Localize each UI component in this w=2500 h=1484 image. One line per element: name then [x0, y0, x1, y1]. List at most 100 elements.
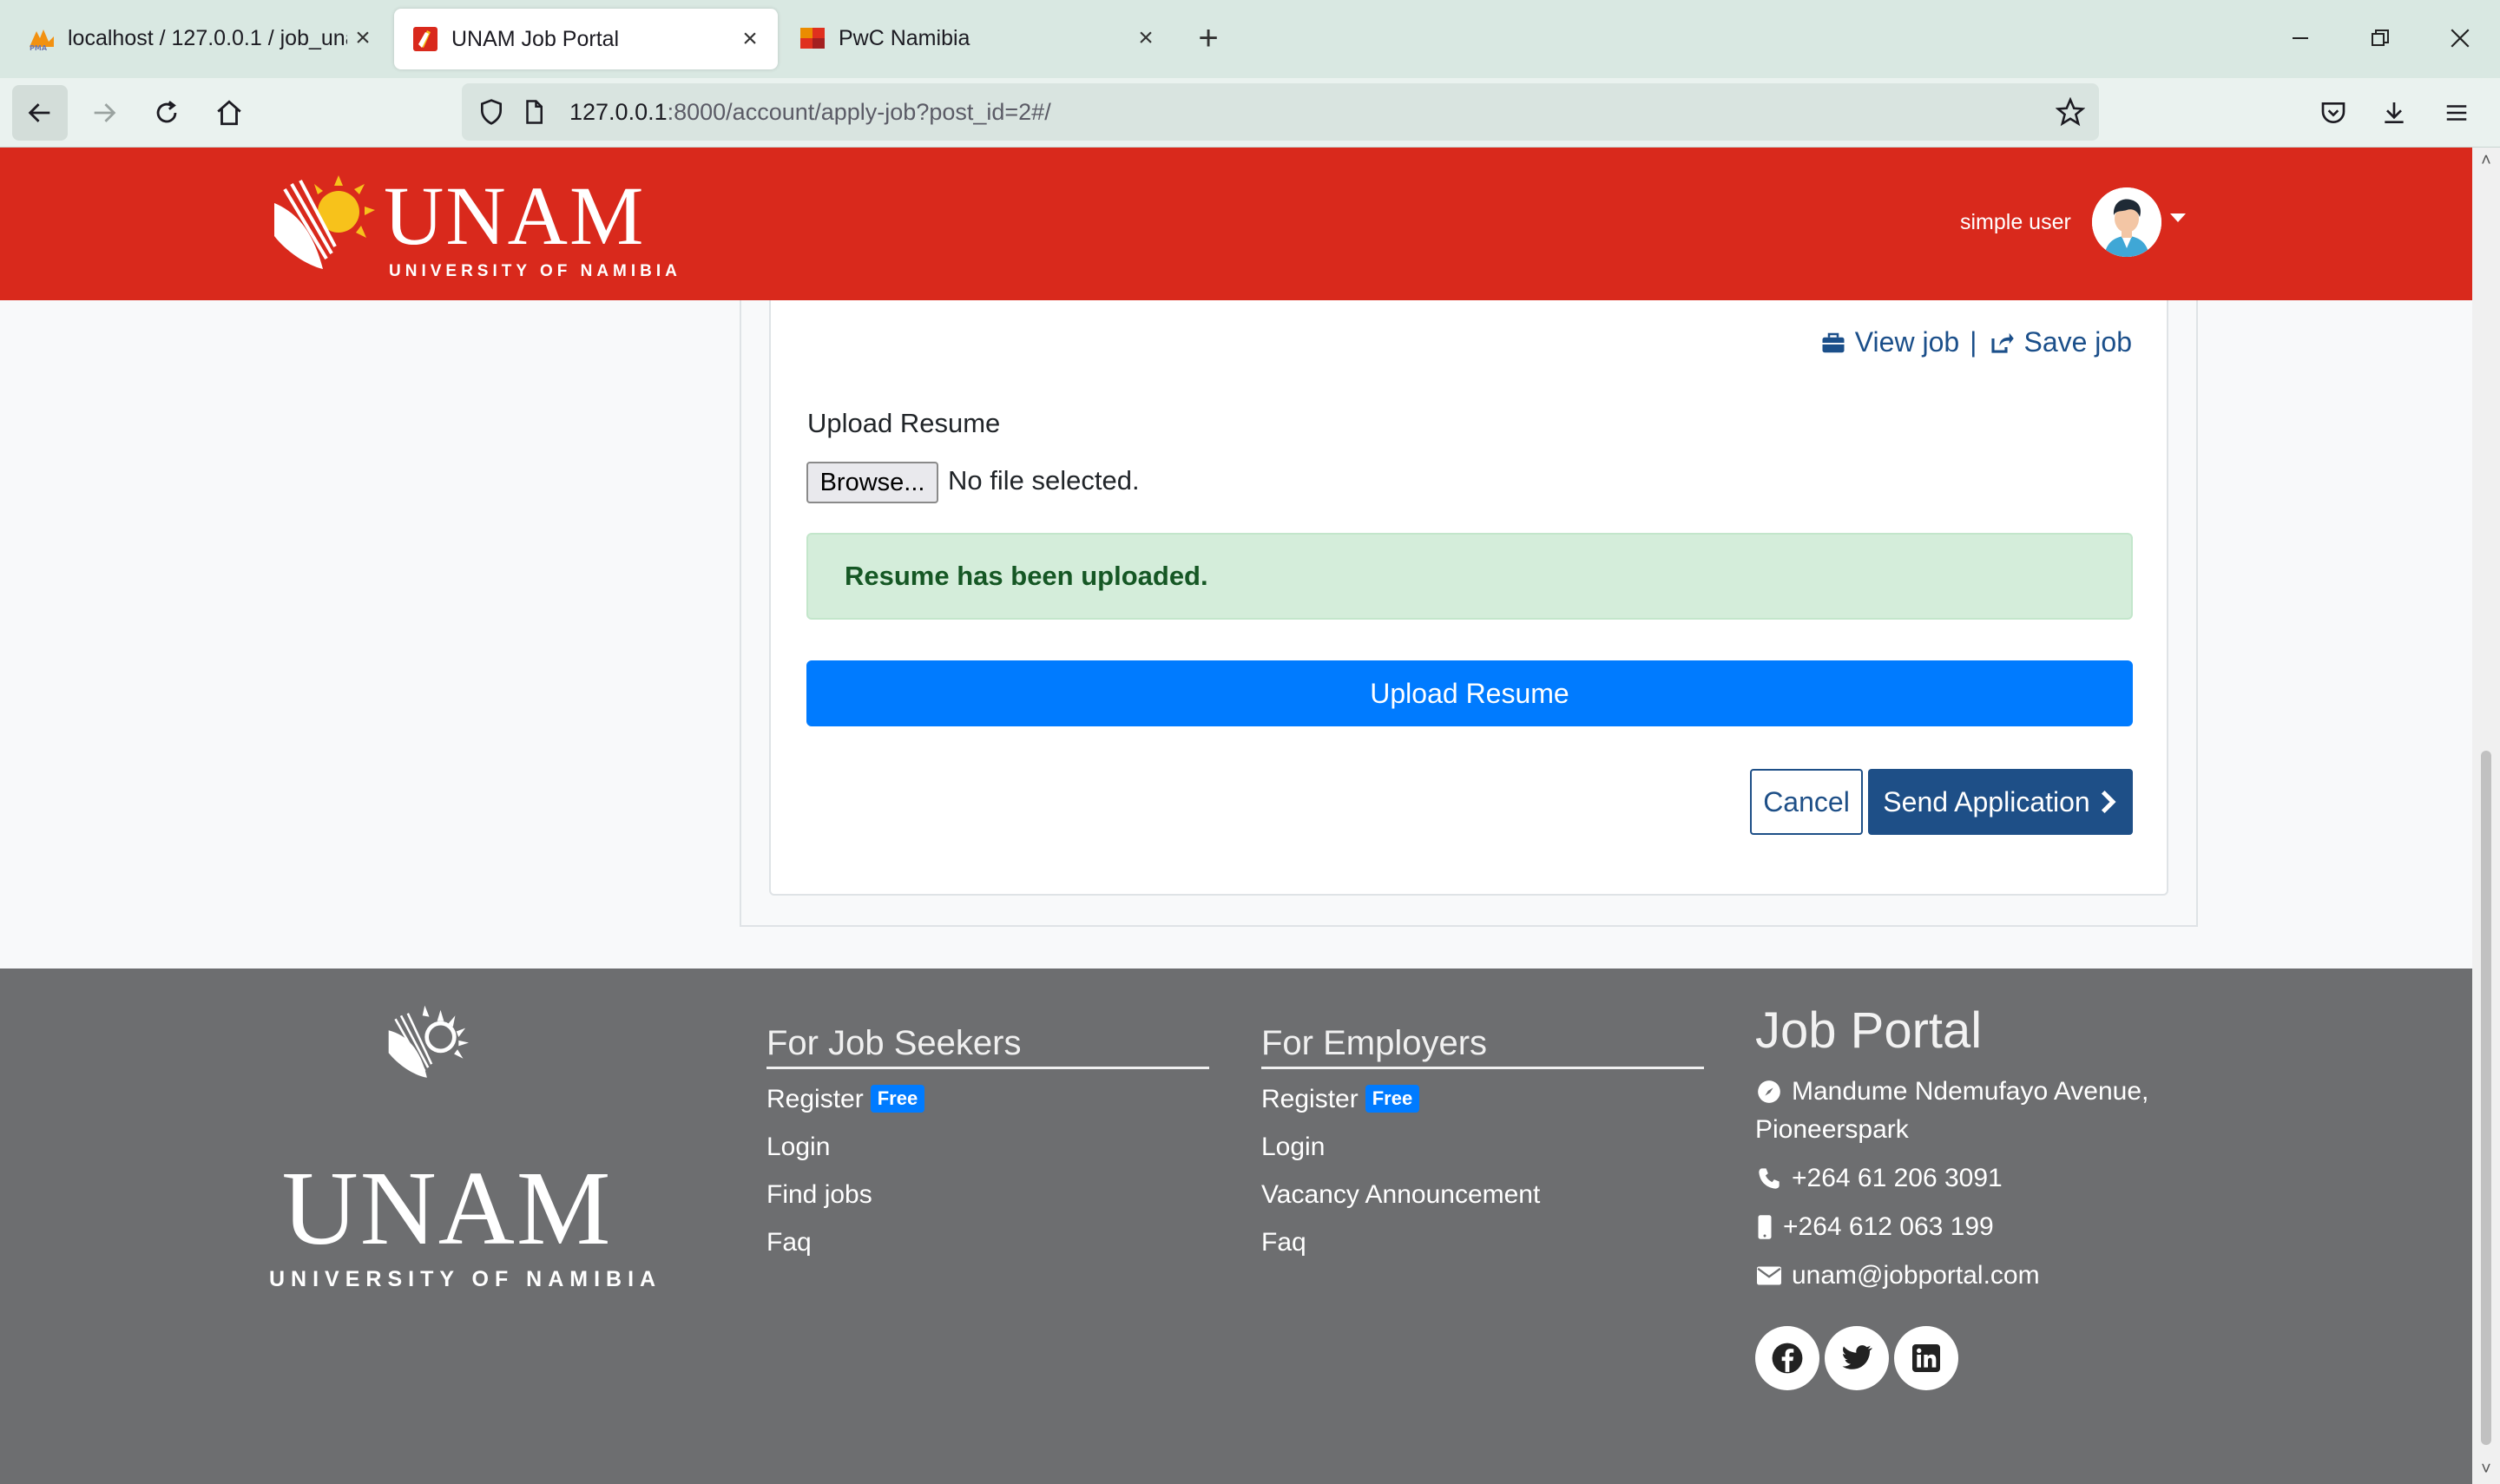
footer-logo-subtitle: UNIVERSITY OF NAMIBIA — [269, 1267, 662, 1291]
page-icon[interactable] — [521, 99, 547, 125]
employers-login-link[interactable]: Login — [1261, 1133, 1325, 1162]
close-tab-icon[interactable]: × — [347, 23, 378, 54]
close-tab-icon[interactable]: × — [734, 23, 766, 55]
close-window-icon[interactable] — [2438, 16, 2483, 61]
avatar[interactable] — [2092, 187, 2161, 257]
url-host: 127.0.0.1 — [569, 98, 668, 125]
close-tab-icon[interactable]: × — [1130, 23, 1161, 54]
address-text: Mandume Ndemufayo Avenue, Pioneerspark — [1755, 1073, 2149, 1149]
user-avatar-icon — [2092, 187, 2161, 257]
tab-title: PwC Namibia — [839, 25, 970, 50]
file-status-text: No file selected. — [948, 465, 1140, 496]
reload-button[interactable] — [139, 85, 194, 141]
address-line-1: Mandume Ndemufayo Avenue, — [1792, 1077, 2149, 1106]
contact-address: Mandume Ndemufayo Avenue, Pioneerspark — [1755, 1073, 2148, 1149]
link-separator: | — [1970, 326, 1977, 358]
mobile-text: +264 612 063 199 — [1783, 1212, 1994, 1241]
contact-email: unam@jobportal.com — [1755, 1257, 2040, 1295]
register-label: Register — [766, 1085, 864, 1113]
facebook-icon[interactable] — [1755, 1326, 1819, 1390]
phone-icon — [1755, 1159, 1783, 1198]
job-portal-heading: Job Portal — [1755, 1002, 1983, 1059]
logo-subtitle: UNIVERSITY OF NAMIBIA — [389, 262, 681, 280]
browser-tab-bar: PMA localhost / 127.0.0.1 / job_unam × U… — [0, 0, 2500, 78]
scrollbar-thumb[interactable] — [2481, 751, 2491, 1445]
job-seekers-heading: For Job Seekers — [766, 1024, 1209, 1069]
minimize-icon[interactable] — [2278, 16, 2323, 61]
url-bar[interactable]: 127.0.0.1:8000/account/apply-job?post_id… — [462, 83, 2099, 141]
hamburger-menu-icon — [2446, 105, 2467, 121]
menu-button[interactable] — [2429, 85, 2484, 141]
job-seekers-login-link[interactable]: Login — [766, 1133, 830, 1162]
home-button[interactable] — [201, 85, 257, 141]
unam-favicon — [413, 27, 438, 51]
site-header: UNAM UNIVERSITY OF NAMIBIA simple user — [0, 148, 2472, 300]
tab-phpmyadmin[interactable]: PMA localhost / 127.0.0.1 / job_unam × — [10, 7, 391, 69]
home-icon — [217, 100, 241, 126]
unam-emblem-icon — [274, 175, 375, 269]
employers-heading: For Employers — [1261, 1024, 1704, 1069]
footer-logo-wordmark: UNAM — [281, 1150, 613, 1267]
shield-icon[interactable] — [477, 98, 505, 126]
mobile-icon — [1755, 1208, 1774, 1246]
bookmark-star-icon[interactable] — [2056, 97, 2085, 127]
user-menu-caret-icon[interactable] — [2170, 213, 2186, 222]
upload-resume-button[interactable]: Upload Resume — [806, 660, 2133, 726]
restore-icon[interactable] — [2358, 16, 2403, 61]
envelope-icon — [1755, 1257, 1783, 1295]
tab-unam-job-portal[interactable]: UNAM Job Portal × — [394, 9, 778, 69]
arrow-left-icon — [28, 103, 50, 122]
job-seekers-faq-link[interactable]: Faq — [766, 1228, 812, 1257]
url-path: :8000/account/apply-job?post_id=2#/ — [667, 98, 1051, 125]
share-square-icon — [1991, 332, 2015, 353]
send-application-label: Send Application — [1883, 785, 2090, 818]
page-scrollbar[interactable]: ˄ ˅ — [2472, 148, 2500, 1484]
free-badge: Free — [1365, 1085, 1420, 1113]
send-application-button[interactable]: Send Application — [1868, 769, 2133, 835]
back-button[interactable] — [12, 85, 68, 141]
upload-resume-label: Upload Resume — [807, 408, 1001, 438]
linkedin-icon[interactable] — [1894, 1326, 1958, 1390]
register-label: Register — [1261, 1085, 1359, 1113]
employers-register-link[interactable]: Register Free — [1261, 1085, 1420, 1114]
new-tab-button[interactable]: + — [1189, 19, 1227, 57]
pocket-button[interactable] — [2306, 85, 2361, 141]
arrow-right-icon — [94, 103, 116, 122]
forward-button[interactable] — [76, 85, 132, 141]
scroll-up-arrow-icon[interactable]: ˄ — [2477, 151, 2495, 170]
scroll-down-arrow-icon[interactable]: ˅ — [2477, 1460, 2495, 1479]
find-jobs-link[interactable]: Find jobs — [766, 1180, 872, 1210]
browse-file-button[interactable]: Browse... — [806, 462, 938, 503]
twitter-icon[interactable] — [1825, 1326, 1889, 1390]
pocket-icon — [2321, 102, 2345, 123]
contact-phone: +264 61 206 3091 — [1755, 1159, 2003, 1198]
address-line-2: Pioneerspark — [1755, 1115, 1909, 1144]
email-text[interactable]: unam@jobportal.com — [1792, 1257, 2040, 1295]
free-badge: Free — [870, 1085, 925, 1113]
tab-title: localhost / 127.0.0.1 / job_unam — [68, 25, 347, 50]
page-viewport: View job | Save job Upload Resume Browse… — [0, 148, 2472, 1484]
pwc-favicon — [800, 28, 825, 49]
tab-pwc-namibia[interactable]: PwC Namibia × — [781, 7, 1174, 69]
reload-icon — [156, 101, 177, 123]
success-alert: Resume has been uploaded. — [806, 533, 2133, 620]
job-actions: View job | Save job — [1819, 326, 2132, 358]
user-name[interactable]: simple user — [1960, 210, 2071, 235]
employers-faq-link[interactable]: Faq — [1261, 1228, 1306, 1257]
save-job-link[interactable]: Save job — [2023, 326, 2132, 358]
logo-wordmark: UNAM — [384, 169, 646, 262]
browser-nav-bar: 127.0.0.1:8000/account/apply-job?post_id… — [0, 78, 2500, 148]
briefcase-icon — [1822, 332, 1845, 352]
view-job-link[interactable]: View job — [1855, 326, 1959, 358]
tab-title: UNAM Job Portal — [451, 26, 620, 51]
cancel-button[interactable]: Cancel — [1750, 769, 1863, 835]
phpmyadmin-icon: PMA — [30, 30, 54, 52]
vacancy-announcement-link[interactable]: Vacancy Announcement — [1261, 1180, 1540, 1210]
download-icon — [2385, 102, 2404, 123]
svg-text:PMA: PMA — [30, 44, 48, 52]
compass-icon — [1755, 1073, 1783, 1111]
downloads-button[interactable] — [2366, 85, 2422, 141]
job-seekers-register-link[interactable]: Register Free — [766, 1085, 925, 1114]
contact-mobile: +264 612 063 199 — [1755, 1208, 1994, 1246]
chevron-right-icon — [2101, 790, 2116, 814]
